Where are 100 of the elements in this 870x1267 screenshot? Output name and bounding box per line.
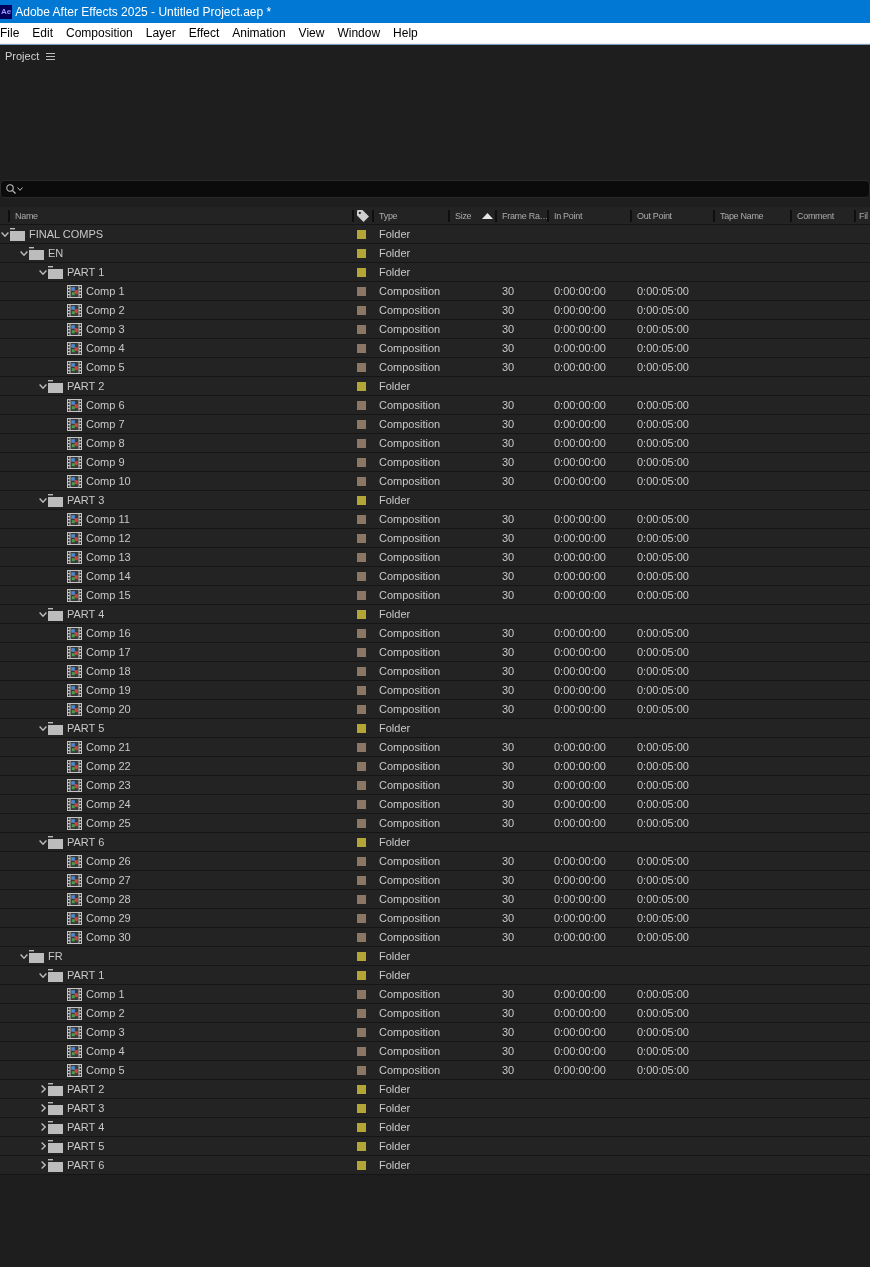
item-name[interactable]: Comp 1	[86, 285, 125, 297]
chevron-right-icon[interactable]	[40, 1123, 46, 1131]
label-swatch-icon[interactable]	[357, 761, 366, 771]
item-name[interactable]: Comp 10	[86, 475, 131, 487]
menu-item[interactable]: Composition	[66, 26, 133, 40]
label-swatch-icon[interactable]	[357, 742, 366, 752]
item-name[interactable]: Comp 2	[86, 304, 125, 316]
item-name[interactable]: Comp 24	[86, 798, 131, 810]
label-swatch-icon[interactable]	[357, 837, 366, 847]
label-swatch-icon[interactable]	[357, 894, 366, 904]
column-header[interactable]: Name	[15, 211, 38, 221]
item-name[interactable]: Comp 7	[86, 418, 125, 430]
item-name[interactable]: Comp 23	[86, 779, 131, 791]
item-name[interactable]: Comp 6	[86, 399, 125, 411]
item-name[interactable]: PART 5	[67, 722, 105, 734]
label-swatch-icon[interactable]	[357, 400, 366, 410]
column-header[interactable]: Tape Name	[720, 211, 764, 221]
label-swatch-icon[interactable]	[357, 343, 366, 353]
label-swatch-icon[interactable]	[357, 419, 366, 429]
item-name[interactable]: Comp 14	[86, 570, 131, 582]
item-name[interactable]: PART 3	[67, 1102, 105, 1114]
item-name[interactable]: Comp 21	[86, 741, 131, 753]
label-swatch-icon[interactable]	[357, 267, 366, 277]
menu-icon[interactable]	[46, 52, 56, 60]
item-name[interactable]: Comp 2	[86, 1007, 125, 1019]
chevron-right-icon[interactable]	[40, 1104, 46, 1112]
label-swatch-icon[interactable]	[357, 875, 366, 885]
label-swatch-icon[interactable]	[357, 780, 366, 790]
chevron-down-icon[interactable]	[1, 231, 9, 237]
item-name[interactable]: Comp 18	[86, 665, 131, 677]
search-field[interactable]	[0, 180, 870, 198]
dropdown-caret-icon[interactable]	[17, 187, 23, 191]
label-swatch-icon[interactable]	[357, 799, 366, 809]
item-name[interactable]: Comp 19	[86, 684, 131, 696]
item-name[interactable]: FR	[48, 950, 63, 962]
label-swatch-icon[interactable]	[357, 628, 366, 638]
label-swatch-icon[interactable]	[357, 324, 366, 334]
label-swatch-icon[interactable]	[357, 571, 366, 581]
item-name[interactable]: FINAL COMPS	[29, 228, 104, 240]
panel-tab[interactable]: Project	[5, 50, 40, 62]
item-name[interactable]: Comp 4	[86, 1045, 125, 1057]
menu-item[interactable]: Layer	[145, 26, 176, 40]
label-swatch-icon[interactable]	[357, 704, 366, 714]
item-name[interactable]: Comp 5	[86, 361, 125, 373]
label-swatch-icon[interactable]	[357, 305, 366, 315]
label-swatch-icon[interactable]	[357, 590, 366, 600]
item-name[interactable]: PART 2	[67, 1083, 105, 1095]
item-name[interactable]: Comp 13	[86, 551, 131, 563]
menu-item[interactable]: View	[298, 26, 325, 40]
label-swatch-icon[interactable]	[357, 951, 366, 961]
chevron-down-icon[interactable]	[39, 611, 47, 617]
item-name[interactable]: Comp 17	[86, 646, 131, 658]
label-swatch-icon[interactable]	[357, 514, 366, 524]
chevron-right-icon[interactable]	[40, 1085, 46, 1093]
item-name[interactable]: Comp 20	[86, 703, 131, 715]
item-name[interactable]: Comp 25	[86, 817, 131, 829]
item-name[interactable]: PART 6	[67, 1159, 105, 1171]
chevron-down-icon[interactable]	[39, 839, 47, 845]
chevron-down-icon[interactable]	[39, 383, 47, 389]
item-name[interactable]: Comp 1	[86, 988, 125, 1000]
item-name[interactable]: PART 1	[67, 266, 105, 278]
label-swatch-icon[interactable]	[357, 552, 366, 562]
chevron-right-icon[interactable]	[40, 1142, 46, 1150]
label-swatch-icon[interactable]	[357, 381, 366, 391]
item-name[interactable]: Comp 28	[86, 893, 131, 905]
label-swatch-icon[interactable]	[357, 1103, 366, 1113]
label-swatch-icon[interactable]	[357, 970, 366, 980]
column-header[interactable]: Type	[379, 211, 398, 221]
label-swatch-icon[interactable]	[357, 932, 366, 942]
column-header[interactable]: Out Point	[637, 211, 672, 221]
item-name[interactable]: Comp 3	[86, 1026, 125, 1038]
label-swatch-icon[interactable]	[357, 457, 366, 467]
label-swatch-icon[interactable]	[357, 1084, 366, 1094]
menu-item[interactable]: Help	[393, 26, 418, 40]
chevron-right-icon[interactable]	[40, 1161, 46, 1169]
item-name[interactable]: Comp 4	[86, 342, 125, 354]
label-swatch-icon[interactable]	[357, 818, 366, 828]
item-name[interactable]: PART 4	[67, 608, 105, 620]
column-header[interactable]: Fil	[859, 211, 868, 221]
item-name[interactable]: Comp 9	[86, 456, 125, 468]
item-name[interactable]: Comp 29	[86, 912, 131, 924]
item-name[interactable]: Comp 3	[86, 323, 125, 335]
label-swatch-icon[interactable]	[357, 856, 366, 866]
label-swatch-icon[interactable]	[357, 476, 366, 486]
chevron-down-icon[interactable]	[39, 269, 47, 275]
tag-icon[interactable]	[357, 210, 369, 222]
label-swatch-icon[interactable]	[357, 1046, 366, 1056]
menu-item[interactable]: Animation	[232, 26, 286, 40]
label-swatch-icon[interactable]	[357, 438, 366, 448]
label-swatch-icon[interactable]	[357, 647, 366, 657]
label-swatch-icon[interactable]	[357, 609, 366, 619]
label-swatch-icon[interactable]	[357, 1065, 366, 1075]
item-name[interactable]: Comp 8	[86, 437, 125, 449]
item-name[interactable]: PART 5	[67, 1140, 105, 1152]
column-header[interactable]: Frame Ra…	[502, 211, 549, 221]
chevron-down-icon[interactable]	[20, 953, 28, 959]
label-swatch-icon[interactable]	[357, 1122, 366, 1132]
label-swatch-icon[interactable]	[357, 913, 366, 923]
sort-caret-icon[interactable]	[482, 213, 493, 219]
column-header[interactable]: Comment	[797, 211, 834, 221]
